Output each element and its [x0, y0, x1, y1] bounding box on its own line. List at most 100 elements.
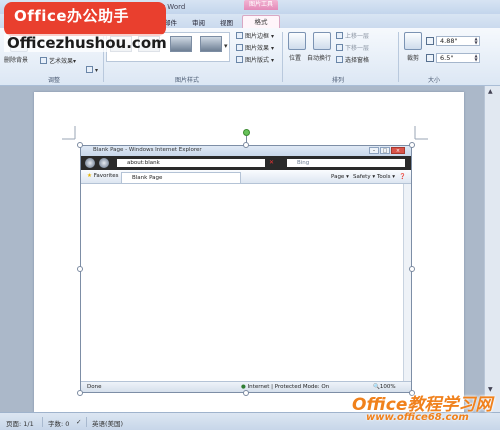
send-backward-icon [336, 44, 343, 51]
rotation-handle[interactable] [243, 129, 250, 136]
ie-status-done: Done [87, 384, 102, 390]
selection-pane-icon [336, 56, 343, 63]
ie-favorites-button: ★ Favorites [87, 173, 119, 179]
group-separator [282, 32, 283, 82]
resize-handle-sw[interactable] [77, 390, 83, 396]
width-input[interactable]: 6.5" ▲ ▼ [436, 53, 480, 63]
size-group-label: 大小 [428, 77, 441, 84]
wrap-text-icon[interactable] [313, 32, 331, 50]
brand-logo-text: Office办公助手 [14, 7, 130, 25]
ie-tools-menu: Tools ▾ [377, 174, 396, 180]
ie-favorites-label: Favorites [93, 173, 119, 179]
ie-close-button: × [391, 147, 405, 154]
language-indicator[interactable]: 英语(美国) [92, 418, 123, 428]
page-count[interactable]: 页面: 1/1 [6, 418, 34, 428]
position-button[interactable]: 位置 [289, 53, 301, 62]
crop-icon[interactable] [404, 32, 422, 50]
proofing-icon[interactable]: ✓ [76, 418, 81, 426]
send-backward-label: 下移一层 [345, 45, 370, 52]
ie-maximize-button: □ [380, 147, 390, 154]
ie-status-zone: ● Internet | Protected Mode: On [241, 384, 329, 390]
art-effects-button[interactable]: 艺术效果▾ [40, 56, 76, 65]
resize-handle-s[interactable] [243, 390, 249, 396]
selected-picture[interactable]: Blank Page - Windows Internet Explorer –… [80, 145, 412, 393]
send-backward-button[interactable]: 下移一层 [336, 43, 369, 52]
brand-url: Officezhushou.com [4, 34, 170, 52]
ie-command-bar: ★ Favorites Blank Page Page ▾ Safety ▾ T… [81, 170, 411, 184]
tab-format[interactable]: 格式 [242, 15, 280, 28]
arrange-group-label: 排列 [332, 77, 345, 84]
ie-tab-blank-page: Blank Page [121, 172, 241, 183]
picture-tools-header: 图片工具 [244, 0, 278, 10]
ie-address-bar: about:blank ✕ Bing [81, 156, 411, 170]
reset-picture-icon [86, 66, 93, 73]
ie-page-content [81, 184, 403, 381]
document-vertical-scrollbar[interactable]: ▲ ▼ [484, 86, 500, 412]
art-effects-icon [40, 57, 47, 64]
art-effects-label: 艺术效果 [49, 58, 74, 65]
resize-handle-w[interactable] [77, 266, 83, 272]
picture-layout-button[interactable]: 图片版式 ▾ [236, 55, 274, 64]
width-value: 6.5" [440, 54, 454, 62]
brand-logo: Office办公助手 [4, 2, 166, 36]
selection-pane-label: 选择窗格 [345, 57, 370, 64]
width-spin-icon[interactable]: ▲ ▼ [473, 54, 479, 62]
ie-url-field: about:blank [117, 159, 265, 167]
resize-handle-nw[interactable] [77, 142, 83, 148]
reset-picture-arrow-icon: ▾ [95, 67, 99, 74]
ie-minimize-button: – [369, 147, 379, 154]
picture-border-label: 图片边框 [245, 33, 270, 40]
resize-handle-ne[interactable] [409, 142, 415, 148]
style-thumb-3[interactable] [170, 36, 192, 52]
remove-background-button[interactable]: 删除背景 [4, 55, 28, 64]
ie-refresh-stop-icon: ✕ [269, 159, 275, 166]
picture-styles-group-label: 图片样式 [175, 77, 200, 84]
group-separator [398, 32, 399, 82]
ie-help-icon: ❓ [399, 174, 406, 180]
star-icon: ★ [87, 173, 92, 179]
ie-page-menu: Page ▾ [331, 174, 349, 180]
ie-vertical-scrollbar [403, 184, 411, 381]
ie-search-field: Bing [287, 159, 405, 167]
height-spin-icon[interactable]: ▲ ▼ [473, 37, 479, 45]
picture-effects-label: 图片效果 [245, 45, 270, 52]
picture-effects-icon [236, 44, 243, 51]
bottom-watermark: Office教程学习网 www.office68.com [346, 388, 498, 428]
word-count[interactable]: 字数: 0 [48, 418, 69, 428]
picture-layout-icon [236, 56, 243, 63]
height-value: 4.88" [440, 37, 458, 45]
watermark-url-text: www.office68.com [366, 412, 469, 423]
crop-button[interactable]: 裁剪 [407, 53, 419, 62]
position-icon[interactable] [288, 32, 306, 50]
bring-forward-button[interactable]: 上移一层 [336, 31, 369, 40]
art-effects-arrow-icon: ▾ [73, 58, 77, 65]
bring-forward-icon [336, 32, 343, 39]
resize-handle-n[interactable] [243, 142, 249, 148]
picture-border-arrow-icon: ▾ [270, 33, 274, 40]
picture-layout-label: 图片版式 [245, 57, 270, 64]
margin-corner-mark [414, 126, 428, 140]
selection-pane-button[interactable]: 选择窗格 [336, 55, 369, 64]
width-icon [426, 54, 434, 62]
status-separator [42, 417, 43, 427]
bring-forward-label: 上移一层 [345, 33, 370, 40]
height-input[interactable]: 4.88" ▲ ▼ [436, 36, 480, 46]
style-thumb-4[interactable] [200, 36, 222, 52]
picture-layout-arrow-icon: ▾ [270, 57, 274, 64]
ie-back-icon [85, 158, 95, 168]
scroll-up-icon[interactable]: ▲ [488, 88, 493, 95]
ie-safety-menu: Safety ▾ [353, 174, 376, 180]
gallery-more-icon[interactable]: ▾ [224, 42, 228, 50]
ie-forward-icon [99, 158, 109, 168]
picture-effects-arrow-icon: ▾ [270, 45, 274, 52]
resize-handle-e[interactable] [409, 266, 415, 272]
height-icon [426, 37, 434, 45]
wrap-text-button[interactable]: 自动换行 [307, 53, 331, 62]
picture-border-button[interactable]: 图片边框 ▾ [236, 31, 274, 40]
ie-window-title: Blank Page - Windows Internet Explorer [93, 147, 202, 153]
reset-picture-button[interactable]: ▾ [86, 66, 98, 74]
tab-view[interactable]: 视图 [220, 17, 233, 27]
status-separator [86, 417, 87, 427]
tab-review[interactable]: 审阅 [192, 17, 205, 27]
picture-effects-button[interactable]: 图片效果 ▾ [236, 43, 274, 52]
